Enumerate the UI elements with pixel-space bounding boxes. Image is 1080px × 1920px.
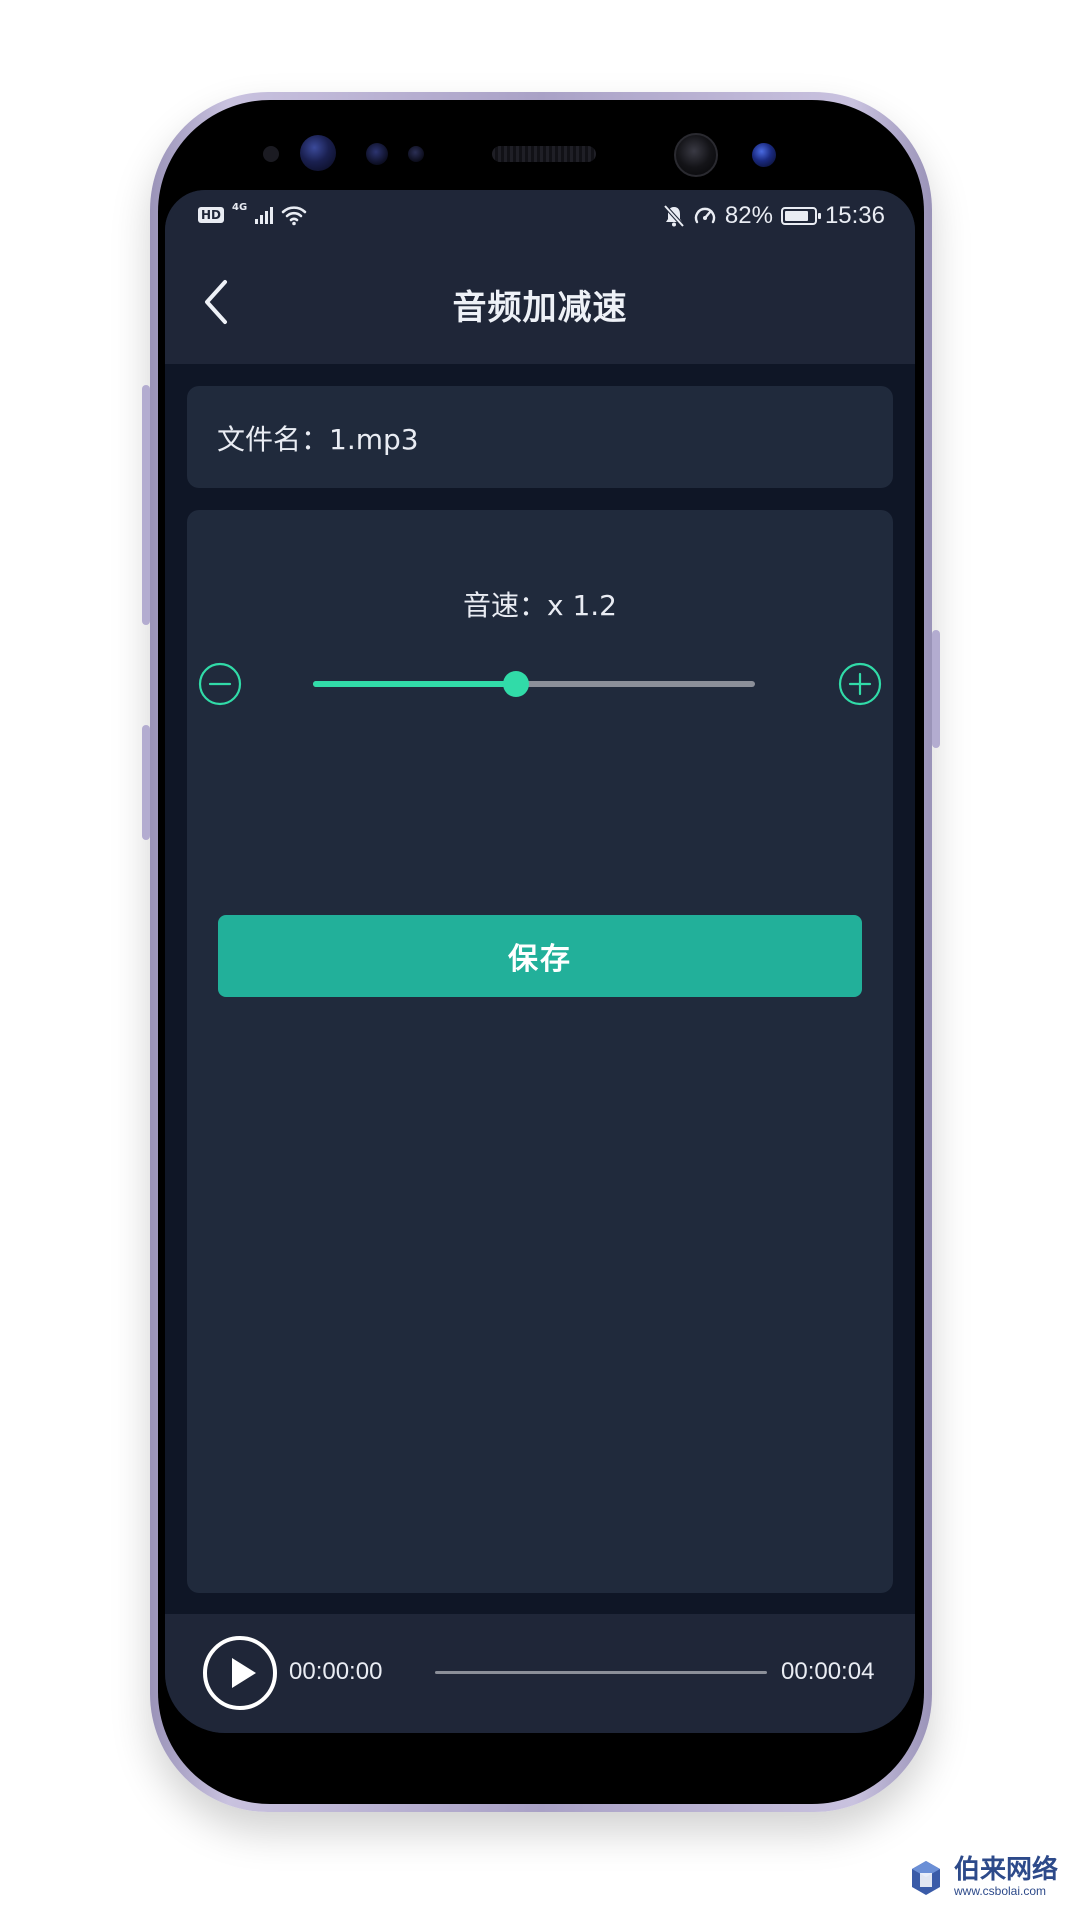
earpiece-speaker (492, 146, 596, 162)
play-button[interactable] (202, 1635, 278, 1711)
phone-volume-button (142, 385, 150, 625)
current-time: 00:00:00 (289, 1658, 383, 1685)
audio-player-bar: 00:00:00 00:00:04 (165, 1614, 915, 1733)
phone-power-button (932, 630, 940, 748)
watermark-name: 伯来网络 (954, 1855, 1059, 1885)
speed-slider-thumb[interactable] (503, 671, 530, 697)
battery-icon (780, 207, 821, 225)
status-bar-right: 82% 15:36 (663, 202, 885, 230)
phone-sensor (263, 146, 279, 162)
hd-icon: HD (198, 207, 225, 223)
watermark-text: 伯来网络 www.csbolai.com (954, 1857, 1058, 1897)
status-bar-left: HD 4G (198, 201, 307, 226)
speedometer-icon (694, 207, 716, 224)
app-header: 音频加减速 (165, 246, 915, 364)
clock: 15:36 (824, 202, 885, 229)
speed-label: 音速：x 1.2 (462, 589, 617, 622)
page-title: 音频加减速 (452, 288, 628, 328)
phone-side-button (142, 725, 150, 840)
total-time: 00:00:04 (781, 1658, 875, 1685)
file-name-card: 文件名：1.mp3 (187, 386, 893, 488)
watermark-url: www.csbolai.com (954, 1884, 1047, 1898)
minus-circle-icon (198, 662, 242, 706)
phone-sensor (408, 146, 424, 162)
file-name-label: 文件名：1.mp3 (217, 423, 419, 456)
decrease-speed-button[interactable] (197, 661, 243, 707)
mute-bell-icon (663, 204, 685, 228)
watermark: 伯来网络 www.csbolai.com (906, 1857, 1058, 1897)
status-bar: HD 4G 82% 15:36 (165, 190, 915, 246)
page: HD 4G 82% 15:36 音频加减速 文件名：1.mp3 音速：x 1.2… (0, 0, 1080, 1920)
network-type: 4G (232, 201, 248, 213)
speed-slider[interactable] (313, 671, 755, 697)
increase-speed-button[interactable] (837, 661, 883, 707)
save-button[interactable]: 保存 (218, 915, 862, 997)
speed-slider-fill (313, 681, 517, 687)
signal-icon (255, 206, 274, 224)
battery-percent: 82% (724, 202, 773, 229)
front-camera (300, 135, 336, 171)
wifi-icon (281, 206, 307, 226)
speed-card: 音速：x 1.2 保存 (187, 510, 893, 1593)
front-camera-main (674, 133, 718, 177)
plus-circle-icon (838, 662, 882, 706)
playback-progress-track (435, 1671, 767, 1674)
phone-sensor (752, 143, 776, 167)
phone-sensor (366, 143, 388, 165)
playback-progress-bar[interactable] (435, 1668, 767, 1678)
phone-screen: HD 4G 82% 15:36 音频加减速 文件名：1.mp3 音速：x 1.2… (165, 190, 915, 1733)
play-icon (203, 1636, 277, 1710)
brand-logo-icon (912, 1861, 940, 1895)
